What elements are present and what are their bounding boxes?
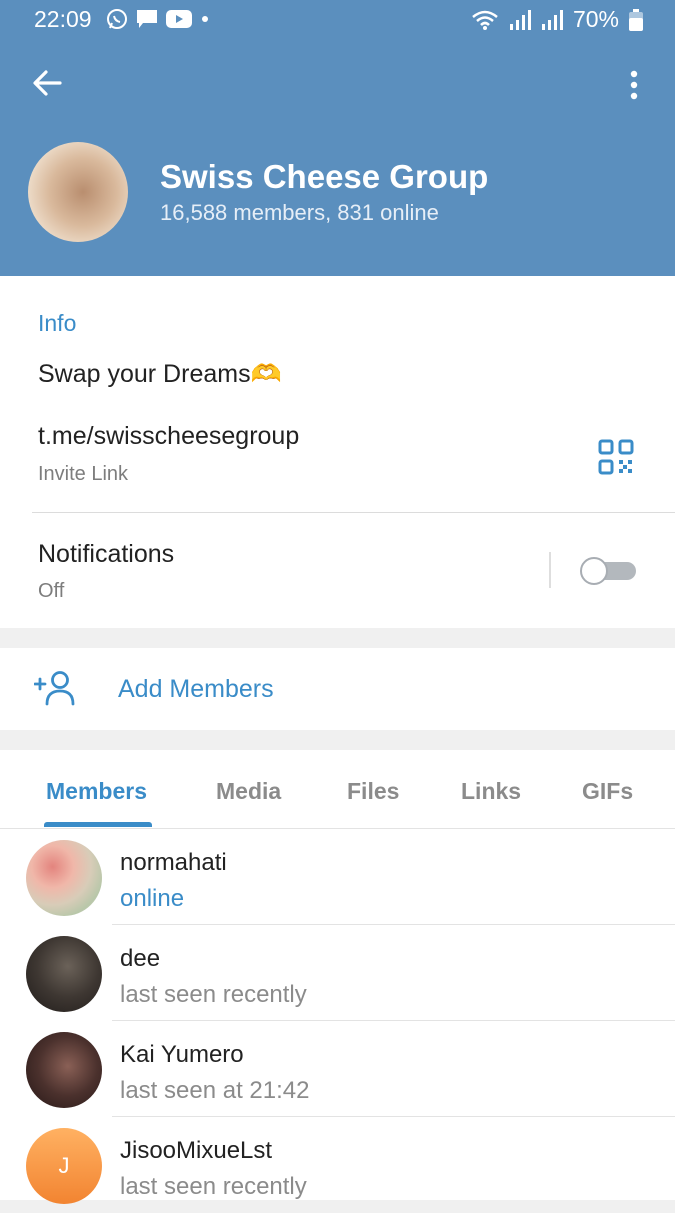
info-heading: Info: [38, 310, 77, 336]
notifications-label[interactable]: Notifications: [38, 540, 174, 569]
profile-header: 22:09 70% Swiss Cheese Group 16,588 memb…: [0, 0, 675, 276]
tab-members[interactable]: Members: [46, 778, 147, 805]
youtube-icon: [166, 10, 192, 28]
member-name: normahati: [120, 849, 227, 876]
notifications-toggle[interactable]: [580, 557, 636, 585]
invite-link[interactable]: t.me/swisscheesegroup: [38, 422, 299, 451]
arrow-left-icon: [33, 70, 62, 96]
wifi-icon: [472, 10, 498, 30]
battery-icon: [629, 8, 643, 31]
message-icon: [137, 10, 157, 28]
toggle-knob: [580, 557, 608, 585]
notifications-status: Off: [38, 580, 65, 602]
signal-icon: [509, 9, 531, 30]
member-status: last seen at 21:42: [120, 1077, 310, 1104]
avatar: J: [26, 1128, 102, 1204]
more-options-button[interactable]: [619, 62, 649, 108]
info-section: Info Swap your Dreams🫶 t.me/swisscheeseg…: [0, 276, 675, 628]
member-name: dee: [120, 945, 161, 972]
system-icons: 70%: [471, 6, 643, 33]
member-name: Kai Yumero: [120, 1041, 244, 1068]
signal-icon-2: [541, 9, 563, 30]
add-members-button[interactable]: Add Members: [0, 648, 675, 730]
add-members-label: Add Members: [118, 675, 274, 703]
vertical-divider: [549, 552, 551, 588]
group-title: Swiss Cheese Group: [160, 158, 489, 195]
dot-icon: [202, 16, 208, 22]
group-avatar[interactable]: [28, 142, 128, 242]
avatar: [26, 936, 102, 1012]
qr-code-button[interactable]: [598, 439, 634, 475]
avatar: [26, 840, 102, 916]
member-row[interactable]: normahati online: [0, 829, 675, 925]
group-description: Swap your Dreams🫶: [38, 360, 282, 388]
avatar-initial: J: [58, 1153, 70, 1178]
add-user-icon: [34, 671, 75, 706]
back-button[interactable]: [26, 62, 68, 104]
member-status: online: [120, 885, 185, 912]
member-name: JisooMixueLst: [120, 1137, 273, 1164]
battery-percent: 70%: [572, 6, 619, 32]
tab-media[interactable]: Media: [216, 778, 281, 805]
invite-link-caption: Invite Link: [38, 463, 129, 485]
notification-icons: [106, 8, 210, 30]
tab-files[interactable]: Files: [347, 778, 399, 805]
member-row[interactable]: J JisooMixueLst last seen recently: [0, 1117, 675, 1213]
member-status: last seen recently: [120, 981, 307, 1008]
member-row[interactable]: dee last seen recently: [0, 925, 675, 1021]
member-row[interactable]: Kai Yumero last seen at 21:42: [0, 1021, 675, 1117]
tab-links[interactable]: Links: [461, 778, 521, 805]
whatsapp-icon: [107, 9, 127, 29]
status-bar: 22:09 70%: [0, 0, 675, 40]
status-time: 22:09: [34, 6, 92, 32]
group-member-count: 16,588 members, 831 online: [160, 200, 439, 225]
shared-content-section: Members Media Files Links GIFs normahati…: [0, 750, 675, 1204]
member-status: last seen recently: [120, 1173, 307, 1200]
tab-gifs[interactable]: GIFs: [582, 778, 633, 805]
divider: [32, 512, 675, 513]
more-vertical-icon: [630, 70, 638, 100]
qr-code-icon: [598, 439, 634, 475]
tab-bar: Members Media Files Links GIFs: [0, 750, 675, 829]
active-tab-indicator: [44, 822, 152, 827]
avatar: [26, 1032, 102, 1108]
